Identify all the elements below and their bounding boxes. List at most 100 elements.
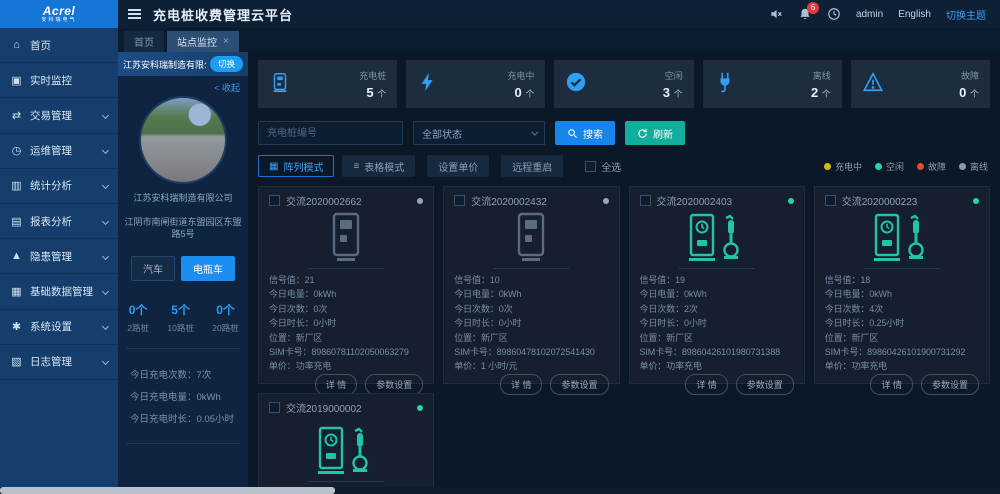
pile-card: 交流2020002403 信号值：19今日电量：0kWh今日次数：2次今日时长：… — [629, 186, 805, 384]
today-stat-line: 今日充电电量：0kWh — [118, 385, 248, 407]
divider — [126, 443, 240, 444]
chevron-down-icon — [102, 288, 109, 295]
bell-icon[interactable]: 6 — [798, 7, 812, 21]
today-stat-line: 今日充电时长：0.05小时 — [118, 407, 248, 429]
sidebar-item-3[interactable]: ⇄ 交易管理 — [0, 98, 118, 133]
sidebar-item-9[interactable]: ✱ 系统设置 — [0, 310, 118, 345]
switch-station-button[interactable]: 切换 — [210, 56, 243, 72]
card-field: 今日次数：2次 — [640, 302, 794, 316]
search-button[interactable]: 搜索 — [555, 121, 615, 145]
status-dot — [917, 163, 924, 170]
card-field: 位置：新厂区 — [454, 331, 608, 345]
theme-toggle[interactable]: 切换主题 — [946, 7, 986, 22]
alert-triangle-icon — [862, 71, 884, 93]
card-checkbox[interactable] — [825, 195, 836, 206]
card-field: 单价：功率充电 — [640, 359, 794, 373]
station-photo — [139, 96, 227, 184]
vehicle-tab[interactable]: 汽车 — [131, 256, 175, 281]
mode-button[interactable]: ▦ 阵列模式 — [258, 155, 334, 177]
sidebar-item-1[interactable]: ⌂ 首页 — [0, 28, 118, 63]
pile-number-input[interactable] — [258, 121, 403, 145]
close-icon[interactable]: × — [223, 36, 229, 47]
action-button[interactable]: 设置单价 — [427, 155, 489, 177]
collapse-link[interactable]: < 收起 — [118, 76, 248, 94]
detail-button[interactable]: 详 情 — [500, 374, 543, 395]
divider — [308, 268, 384, 269]
list-icon: ≡ — [353, 161, 359, 172]
card-field: 今日电量：0kWh — [640, 287, 794, 301]
card-field: 位置：新厂区 — [269, 331, 423, 345]
sidebar-item-5[interactable]: ▥ 统计分析 — [0, 169, 118, 204]
mute-icon[interactable] — [769, 7, 783, 21]
status-dot — [973, 198, 979, 204]
divider — [493, 268, 569, 269]
status-dot — [959, 163, 966, 170]
sidebar-item-4[interactable]: ◷ 运维管理 — [0, 134, 118, 169]
refresh-button[interactable]: 刷新 — [625, 121, 685, 145]
status-dot — [417, 405, 423, 411]
tab[interactable]: 首页 — [124, 31, 164, 52]
filter-bar: 全部状态 搜索 刷新 — [258, 121, 990, 145]
log-icon: ▧ — [10, 355, 23, 368]
card-field: 信号值：10 — [454, 273, 608, 287]
card-checkbox[interactable] — [269, 195, 280, 206]
pile-stat: 0个 2路桩 — [127, 301, 149, 334]
sidebar-item-10[interactable]: ▧ 日志管理 — [0, 345, 118, 380]
select-all[interactable]: 全选 — [585, 159, 621, 174]
scrollbar-thumb[interactable] — [0, 487, 335, 494]
card-field: 位置：新厂区 — [825, 331, 979, 345]
pile-card: 交流2020002662 信号值：21今日电量：0kWh今日次数：0次今日时长：… — [258, 186, 434, 384]
vehicle-tab[interactable]: 电瓶车 — [181, 256, 235, 281]
select-all-checkbox[interactable] — [585, 161, 596, 172]
search-icon — [567, 128, 578, 139]
tab[interactable]: 站点监控 × — [167, 31, 239, 52]
params-button[interactable]: 参数设置 — [365, 374, 423, 395]
params-button[interactable]: 参数设置 — [921, 374, 979, 395]
sidebar-item-7[interactable]: ▲ 隐患管理 — [0, 239, 118, 274]
grid-icon: ▦ — [269, 161, 278, 172]
status-dot — [875, 163, 882, 170]
sidebar-item-2[interactable]: ▣ 实时监控 — [0, 63, 118, 98]
mode-button[interactable]: ≡ 表格模式 — [342, 155, 415, 177]
card-checkbox[interactable] — [269, 402, 280, 413]
logo-subtitle: 安科瑞电气 — [41, 17, 76, 24]
clock-icon[interactable] — [827, 7, 841, 21]
summary-card: 空闲 3 个 — [554, 60, 693, 108]
station-address: 江阴市南闸街道东盟园区东盟路5号 — [118, 216, 248, 240]
logo-title: Acrel — [43, 5, 76, 17]
hamburger-menu-icon[interactable] — [128, 7, 141, 21]
sidebar-item-8[interactable]: ▦ 基础数据管理 — [0, 274, 118, 309]
action-button[interactable]: 远程重启 — [501, 155, 563, 177]
card-field: 信号值：19 — [640, 273, 794, 287]
card-field: 今日电量：0kWh — [454, 287, 608, 301]
open-tabs-bar: 首页 站点监控 × — [118, 28, 1000, 52]
sidebar: ⌂ 首页 ▣ 实时监控 ⇄ 交易管理 ◷ 运维管理 ▥ 统计分析 ▤ 报表分析 … — [0, 28, 118, 494]
detail-button[interactable]: 详 情 — [685, 374, 728, 395]
chevron-down-icon — [102, 112, 109, 119]
transaction-icon: ⇄ — [10, 109, 23, 122]
pile-stat: 5个 10路桩 — [167, 301, 193, 334]
card-checkbox[interactable] — [454, 195, 465, 206]
detail-button[interactable]: 详 情 — [315, 374, 358, 395]
refresh-icon — [637, 128, 648, 139]
pile-id: 交流2019000002 — [286, 400, 362, 415]
language-toggle[interactable]: English — [898, 9, 931, 20]
card-field: 信号值：18 — [825, 273, 979, 287]
divider — [864, 268, 940, 269]
username[interactable]: admin — [856, 9, 883, 20]
status-select[interactable]: 全部状态 — [413, 121, 545, 145]
detail-button[interactable]: 详 情 — [870, 374, 913, 395]
check-circle-icon — [565, 71, 587, 93]
params-button[interactable]: 参数设置 — [550, 374, 608, 395]
card-field: 今日次数：0次 — [269, 302, 423, 316]
summary-card: 充电桩 5 个 — [258, 60, 397, 108]
warning-icon: ▲ — [10, 250, 23, 262]
summary-card: 故障 0 个 — [851, 60, 990, 108]
status-legend: 充电中 空闲 故障 离线 — [824, 160, 990, 173]
card-checkbox[interactable] — [640, 195, 651, 206]
pile-id: 交流2020002432 — [471, 193, 547, 208]
sidebar-item-6[interactable]: ▤ 报表分析 — [0, 204, 118, 239]
notification-badge: 6 — [807, 2, 819, 14]
params-button[interactable]: 参数设置 — [736, 374, 794, 395]
main-content: 充电桩 5 个 充电中 0 个 空闲 3 个 离线 2 个 故障 0 个 — [248, 52, 1000, 494]
